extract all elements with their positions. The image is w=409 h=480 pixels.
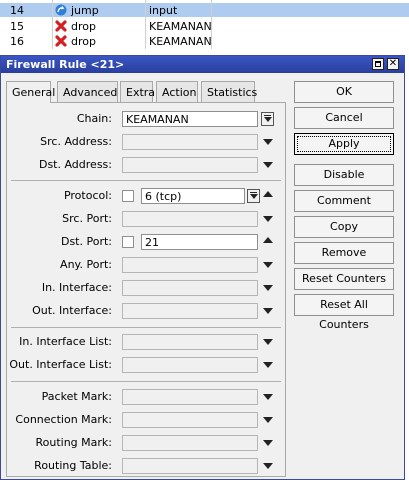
dst-port-label: Dst. Port:: [60, 235, 112, 248]
list-grid: [0, 0, 409, 49]
chevron-down-icon[interactable]: [263, 216, 273, 222]
dst-address-field[interactable]: [122, 157, 258, 173]
packet-mark-label: Packet Mark:: [41, 390, 112, 403]
divider: [11, 180, 281, 181]
cancel-button[interactable]: Cancel: [294, 107, 394, 129]
dst-port-field[interactable]: 21: [141, 234, 258, 250]
out-interface-list-field[interactable]: [122, 357, 258, 373]
out-interface-list-label: Out. Interface List:: [9, 358, 112, 371]
chain-value: KEAMANAN: [126, 113, 189, 126]
general-panel: Chain: KEAMANAN Src. Address: Dst. Addre…: [6, 102, 286, 477]
protocol-value: 6 (tcp): [145, 190, 182, 203]
tab-general[interactable]: General: [6, 81, 55, 103]
rule-list: 14 jump input 15 drop KEAMANAN 16 drop K…: [0, 0, 409, 49]
copy-button[interactable]: Copy: [294, 216, 394, 238]
apply-button[interactable]: Apply: [294, 133, 394, 155]
chevron-down-icon[interactable]: [263, 463, 273, 469]
chevron-down-icon[interactable]: [263, 394, 273, 400]
out-interface-field[interactable]: [122, 303, 258, 319]
chevron-down-icon[interactable]: [263, 139, 273, 145]
chevron-down-icon[interactable]: [263, 285, 273, 291]
chevron-up-icon[interactable]: [263, 191, 273, 197]
window-titlebar[interactable]: Firewall Rule <21> ✕: [1, 56, 404, 73]
tab-statistics[interactable]: Statistics: [201, 81, 257, 102]
reset-counters-button[interactable]: Reset Counters: [294, 268, 394, 290]
window-title: Firewall Rule <21>: [6, 58, 125, 71]
divider: [11, 327, 281, 328]
chevron-down-icon[interactable]: [263, 417, 273, 423]
firewall-rule-window: Firewall Rule <21> ✕ General Advanced Ex…: [0, 55, 405, 480]
in-interface-label: In. Interface:: [41, 281, 112, 294]
protocol-select[interactable]: 6 (tcp): [141, 188, 245, 204]
routing-mark-label: Routing Mark:: [35, 436, 112, 449]
any-port-field[interactable]: [122, 257, 258, 273]
tab-action[interactable]: Action: [156, 81, 198, 102]
disable-button[interactable]: Disable: [294, 164, 394, 186]
src-port-label: Src. Port:: [62, 212, 112, 225]
routing-table-label: Routing Table:: [34, 459, 112, 472]
in-interface-list-field[interactable]: [122, 334, 258, 350]
packet-mark-field[interactable]: [122, 389, 258, 405]
out-interface-label: Out. Interface:: [32, 304, 112, 317]
in-interface-field[interactable]: [122, 280, 258, 296]
chevron-down-icon[interactable]: [263, 339, 273, 345]
maximize-icon[interactable]: [372, 58, 384, 70]
chevron-down-icon[interactable]: [263, 362, 273, 368]
routing-mark-field[interactable]: [122, 435, 258, 451]
chain-dropdown-button[interactable]: [261, 112, 274, 126]
connection-mark-label: Connection Mark:: [15, 413, 112, 426]
dst-port-negate-checkbox[interactable]: [122, 236, 134, 248]
tab-extra[interactable]: Extra: [120, 81, 155, 102]
chevron-down-icon[interactable]: [263, 162, 273, 168]
src-address-field[interactable]: [122, 134, 258, 150]
chain-select[interactable]: KEAMANAN: [122, 111, 258, 127]
protocol-negate-checkbox[interactable]: [122, 190, 134, 202]
dst-port-value: 21: [145, 236, 159, 249]
src-address-label: Src. Address:: [40, 135, 112, 148]
tab-advanced[interactable]: Advanced: [57, 81, 118, 102]
protocol-dropdown-button[interactable]: [247, 189, 260, 203]
chevron-down-icon[interactable]: [263, 308, 273, 314]
any-port-label: Any. Port:: [60, 258, 112, 271]
dst-address-label: Dst. Address:: [38, 158, 112, 171]
chevron-down-icon[interactable]: [263, 440, 273, 446]
chevron-up-icon[interactable]: [263, 237, 273, 243]
remove-button[interactable]: Remove: [294, 242, 394, 264]
reset-all-counters-button[interactable]: Reset All Counters: [294, 294, 394, 331]
in-interface-list-label: In. Interface List:: [19, 335, 112, 348]
chain-label: Chain:: [76, 112, 112, 125]
src-port-field[interactable]: [122, 211, 258, 227]
chevron-down-icon[interactable]: [263, 262, 273, 268]
close-icon[interactable]: ✕: [387, 58, 399, 70]
comment-button[interactable]: Comment: [294, 190, 394, 212]
ok-button[interactable]: OK: [294, 81, 394, 103]
routing-table-field[interactable]: [122, 458, 258, 474]
protocol-label: Protocol:: [63, 189, 112, 202]
divider: [11, 381, 281, 382]
connection-mark-field[interactable]: [122, 412, 258, 428]
